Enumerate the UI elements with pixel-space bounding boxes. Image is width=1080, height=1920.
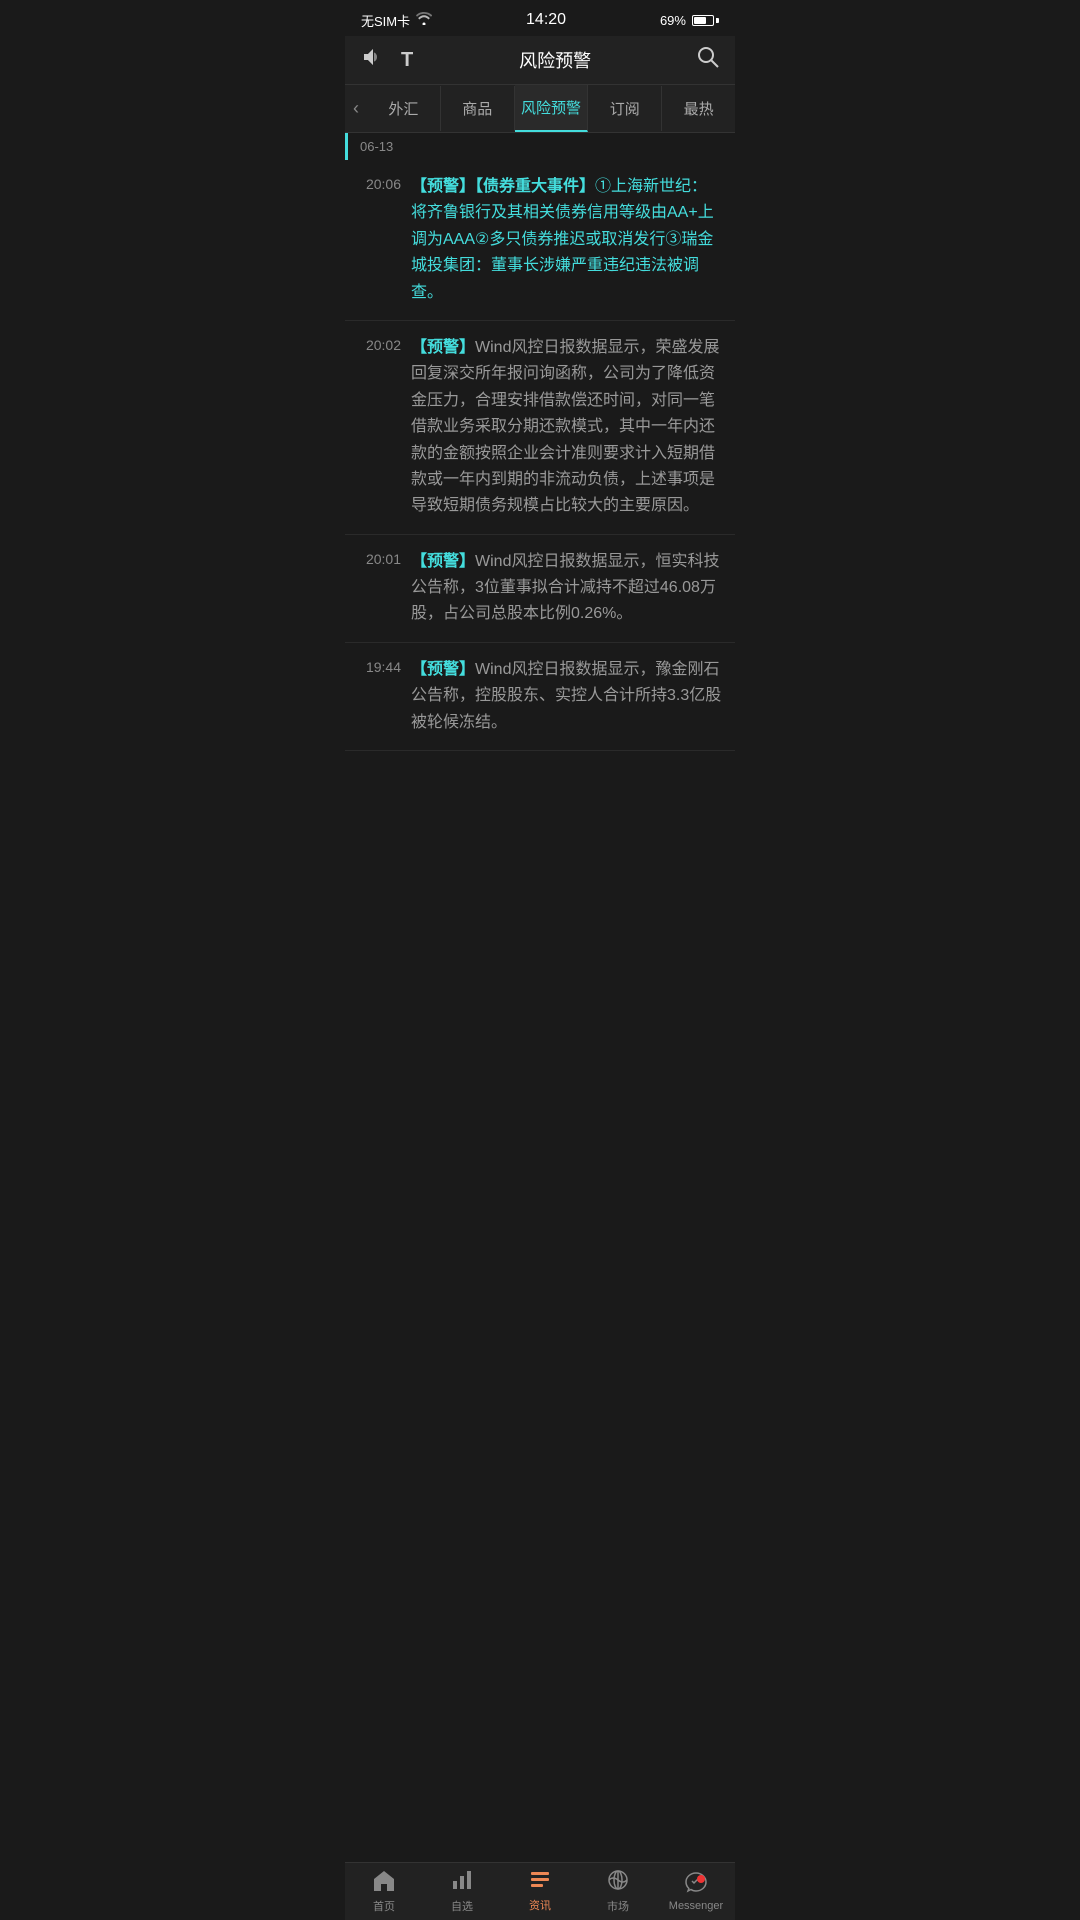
tab-risk-warning[interactable]: 风险预警 (515, 85, 589, 132)
nav-messenger[interactable]: Messenger (657, 1871, 735, 1912)
battery-percent: 69% (660, 13, 686, 28)
news-time-2: 20:02 (357, 335, 401, 353)
status-left: 无SIM卡 (361, 11, 432, 30)
watchlist-icon (451, 1869, 473, 1895)
news-tag-3: 【预警】 (411, 553, 475, 570)
news-content-1: 【预警】【债券重大事件】①上海新世纪：将齐鲁银行及其相关债券信用等级由AA+上调… (411, 174, 723, 306)
font-size-icon[interactable]: T (401, 49, 413, 72)
news-item-3[interactable]: 20:01 【预警】Wind风控日报数据显示，恒实科技公告称，3位董事拟合计减持… (345, 535, 735, 643)
news-tag-4: 【预警】 (411, 661, 475, 678)
search-icon[interactable] (697, 46, 719, 74)
nav-home[interactable]: 首页 (345, 1869, 423, 1914)
messenger-badge (697, 1875, 705, 1883)
status-bar: 无SIM卡 14:20 69% (345, 0, 735, 36)
bottom-nav: 首页 自选 资讯 (345, 1862, 735, 1920)
news-time-3: 20:01 (357, 549, 401, 567)
tab-foreign-exchange[interactable]: 外汇 (367, 86, 441, 131)
nav-market-label: 市场 (607, 1898, 629, 1914)
carrier-text: 无SIM卡 (361, 11, 410, 30)
nav-messenger-label: Messenger (669, 1900, 723, 1912)
battery-icon (692, 15, 719, 26)
tab-commodities[interactable]: 商品 (441, 86, 515, 131)
tab-subscription[interactable]: 订阅 (588, 86, 662, 131)
news-icon (529, 1870, 551, 1894)
home-icon (372, 1869, 396, 1895)
news-item-2[interactable]: 20:02 【预警】Wind风控日报数据显示，荣盛发展回复深交所年报问询函称，公… (345, 321, 735, 535)
tab-hot[interactable]: 最热 (662, 86, 735, 131)
wifi-icon (416, 12, 432, 28)
nav-home-label: 首页 (373, 1898, 395, 1914)
nav-market[interactable]: 市场 (579, 1869, 657, 1914)
news-content-3: 【预警】Wind风控日报数据显示，恒实科技公告称，3位董事拟合计减持不超过46.… (411, 549, 723, 628)
news-item-1[interactable]: 20:06 【预警】【债券重大事件】①上海新世纪：将齐鲁银行及其相关债券信用等级… (345, 160, 735, 321)
nav-news-label: 资讯 (529, 1897, 551, 1913)
nav-watchlist-label: 自选 (451, 1898, 473, 1914)
news-time-1: 20:06 (357, 174, 401, 192)
nav-watchlist[interactable]: 自选 (423, 1869, 501, 1914)
volume-icon[interactable] (361, 48, 383, 72)
news-feed: 06-13 20:06 【预警】【债券重大事件】①上海新世纪：将齐鲁银行及其相关… (345, 133, 735, 1920)
app-header: T 风险预警 (345, 36, 735, 85)
news-content-2: 【预警】Wind风控日报数据显示，荣盛发展回复深交所年报问询函称，公司为了降低资… (411, 335, 723, 520)
status-time: 14:20 (526, 11, 566, 29)
tab-prev-btn[interactable]: ‹ (345, 87, 367, 131)
news-time-4: 19:44 (357, 657, 401, 675)
page-title: 风险预警 (519, 47, 591, 73)
news-tag-2: 【预警】 (411, 339, 475, 356)
date-divider: 06-13 (345, 133, 735, 160)
news-tag-1: 【预警】【债券重大事件】 (411, 178, 595, 195)
header-left-icons: T (361, 48, 413, 72)
market-icon (607, 1869, 629, 1895)
news-content-4: 【预警】Wind风控日报数据显示，豫金刚石公告称，控股股东、实控人合计所持3.3… (411, 657, 723, 736)
tab-bar: ‹ 外汇 商品 风险预警 订阅 最热 (345, 85, 735, 133)
news-item-4[interactable]: 19:44 【预警】Wind风控日报数据显示，豫金刚石公告称，控股股东、实控人合… (345, 643, 735, 751)
status-right: 69% (660, 13, 719, 28)
messenger-icon (684, 1871, 708, 1897)
nav-news[interactable]: 资讯 (501, 1870, 579, 1913)
